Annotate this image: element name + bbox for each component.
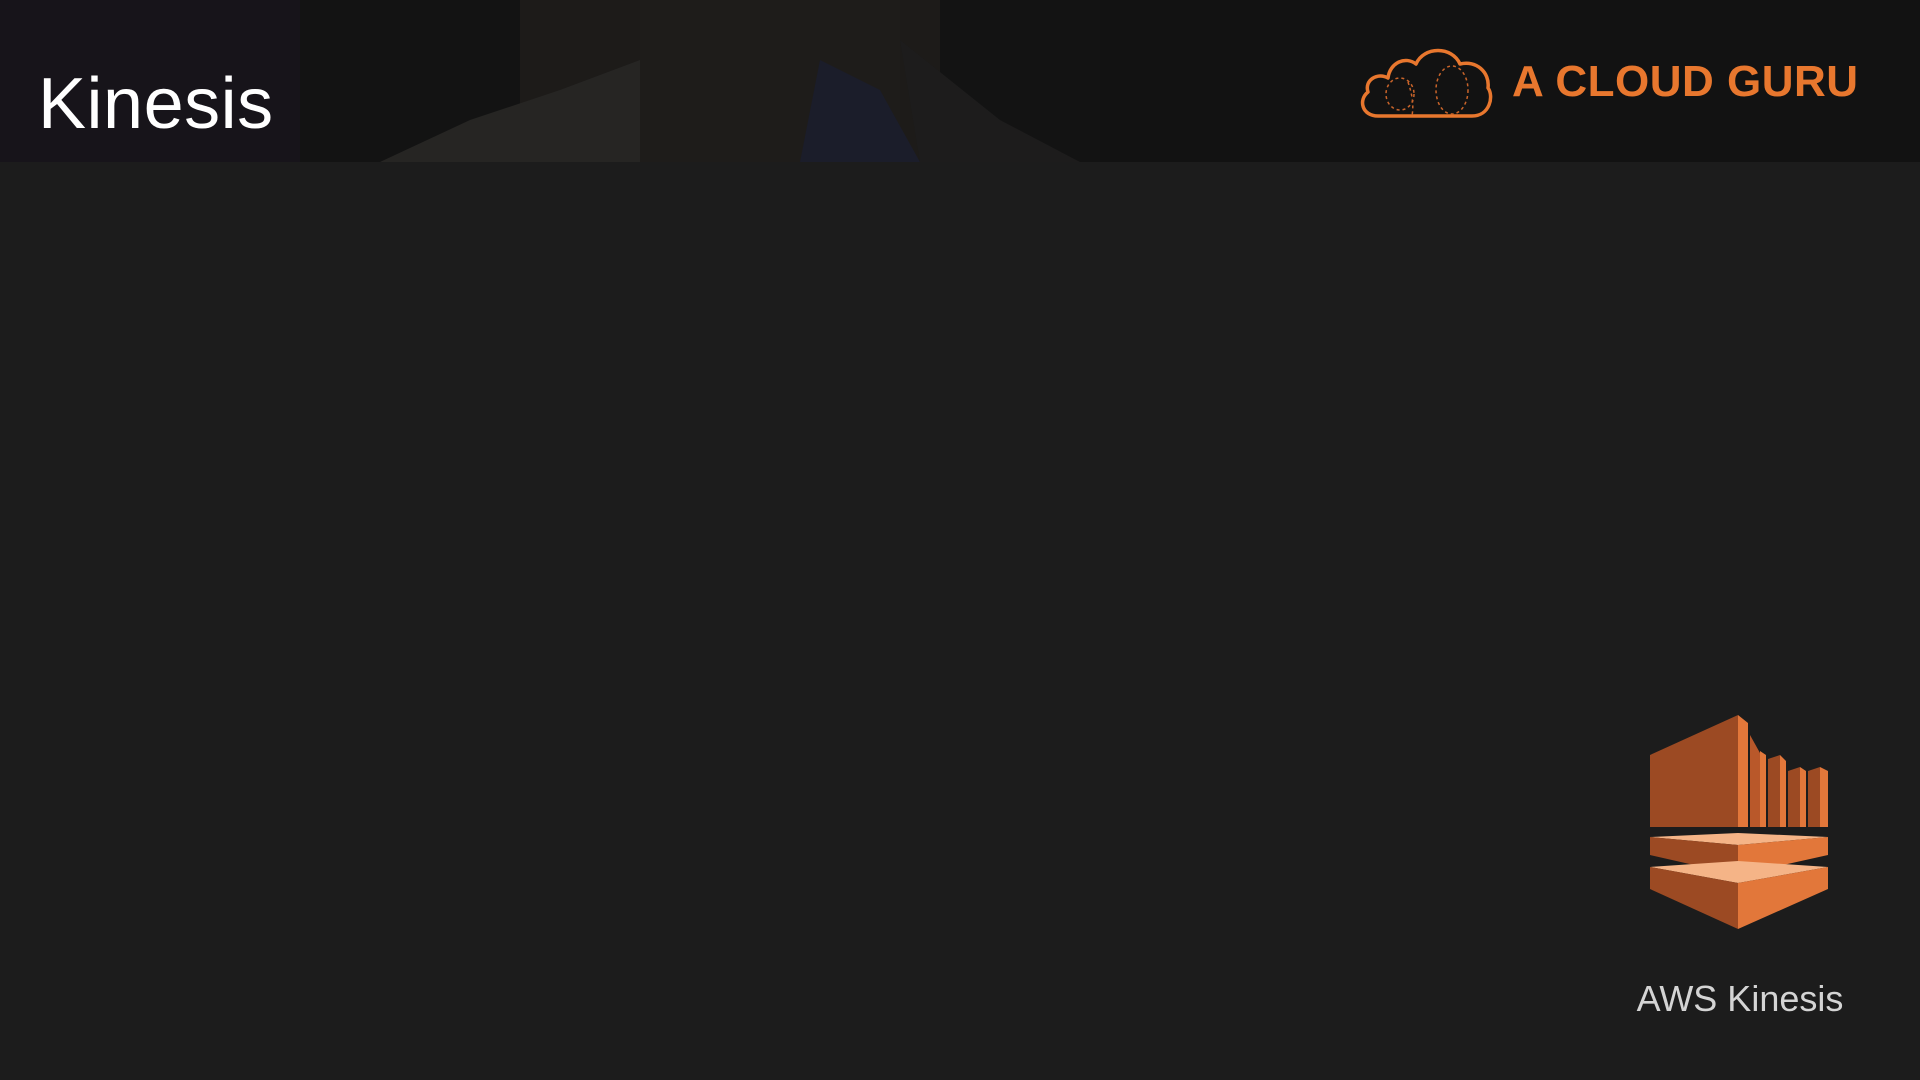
aws-kinesis-icon: [1650, 715, 1828, 929]
slide-title: Kinesis: [38, 64, 274, 144]
cloud-logo-icon: [1360, 48, 1493, 118]
brand-logo: A CLOUD GURU: [1356, 42, 1859, 122]
brand-name: A CLOUD GURU: [1512, 57, 1859, 106]
kinesis-figure: [1640, 715, 1840, 945]
slide: Kinesis A CLOUD GURU AWS Kinesis: [0, 0, 1920, 1080]
header-band: Kinesis A CLOUD GURU: [0, 0, 1920, 162]
service-caption: AWS Kinesis: [1636, 978, 1844, 1019]
